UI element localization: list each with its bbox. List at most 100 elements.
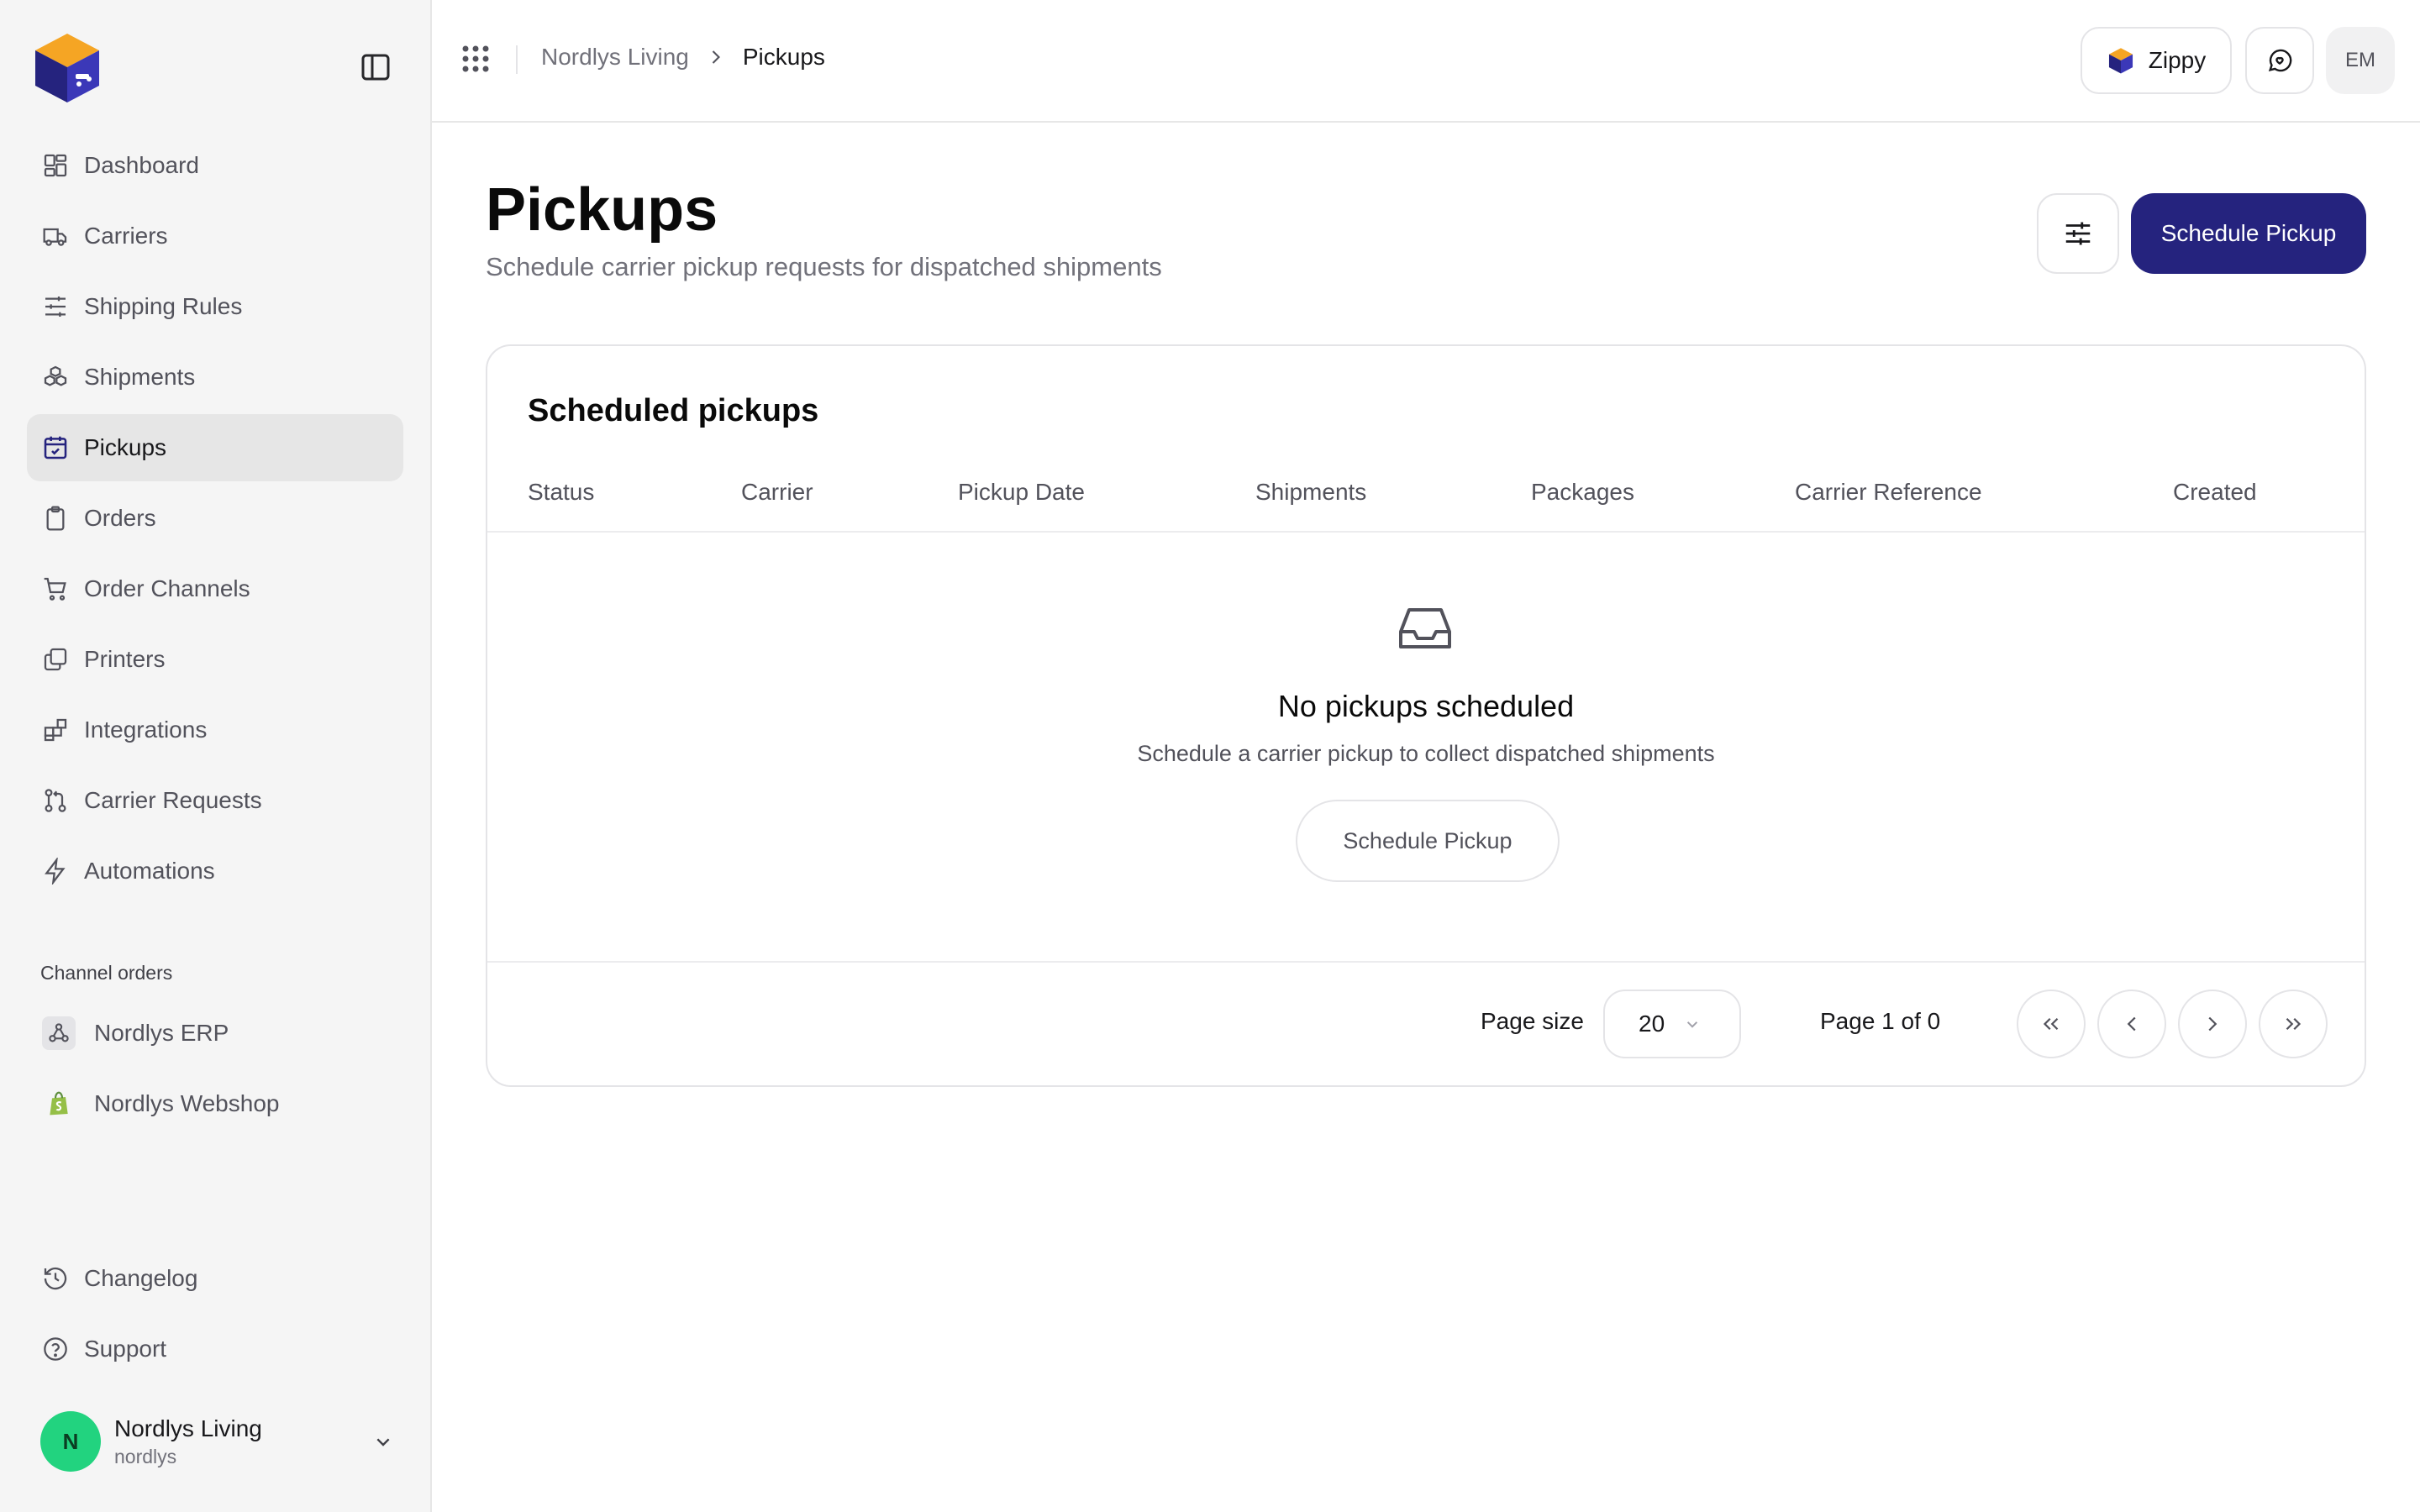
table-header: Status Carrier Pickup Date Shipments Pac… bbox=[487, 464, 2365, 533]
sidebar-item-shipments[interactable]: Shipments bbox=[27, 344, 403, 411]
user-menu-button[interactable]: EM bbox=[2326, 27, 2395, 94]
column-header-carrier[interactable]: Carrier bbox=[741, 479, 813, 506]
git-pull-request-icon bbox=[42, 787, 69, 814]
channel-item-label: Nordlys ERP bbox=[94, 1020, 229, 1046]
divider bbox=[516, 45, 518, 74]
channel-item-label: Nordlys Webshop bbox=[94, 1090, 280, 1116]
sidebar-bottom-nav: Changelog Support bbox=[27, 1245, 403, 1386]
last-page-button[interactable] bbox=[2259, 990, 2328, 1058]
webhook-icon bbox=[42, 1016, 76, 1050]
channel-item-nordlys-erp[interactable]: Nordlys ERP bbox=[27, 1000, 403, 1067]
zippy-label: Zippy bbox=[2148, 47, 2207, 73]
account-switcher[interactable]: N Nordlys Living nordlys bbox=[27, 1401, 403, 1482]
breadcrumb: Nordlys Living Pickups bbox=[541, 44, 825, 71]
card-title: Scheduled pickups bbox=[528, 393, 819, 428]
chevron-left-icon bbox=[2119, 1011, 2144, 1037]
column-header-carrier-reference[interactable]: Carrier Reference bbox=[1795, 479, 1982, 506]
sidebar-item-support[interactable]: Support bbox=[27, 1315, 403, 1383]
sidebar-item-label: Changelog bbox=[84, 1265, 198, 1291]
page-size-select[interactable]: 20 bbox=[1603, 990, 1741, 1058]
sidebar-item-dashboard[interactable]: Dashboard bbox=[27, 132, 403, 199]
sidebar-item-label: Integrations bbox=[84, 717, 208, 743]
schedule-pickup-button[interactable]: Schedule Pickup bbox=[2131, 193, 2366, 274]
app-grid-icon[interactable] bbox=[459, 42, 492, 76]
sidebar-nav: Dashboard Carriers Shipping Rules Shipme… bbox=[27, 132, 403, 908]
filter-button[interactable] bbox=[2037, 193, 2119, 274]
page-title: Pickups bbox=[486, 176, 718, 244]
breadcrumb-item[interactable]: Nordlys Living bbox=[541, 44, 689, 71]
chevron-down-icon bbox=[1681, 1013, 1703, 1035]
sidebar-item-label: Carriers bbox=[84, 223, 168, 249]
sidebar-item-label: Support bbox=[84, 1336, 167, 1362]
empty-state-title: No pickups scheduled bbox=[1277, 689, 1575, 723]
sidebar-item-automations[interactable]: Automations bbox=[27, 837, 403, 905]
shopify-icon bbox=[42, 1087, 76, 1121]
sidebar-item-label: Dashboard bbox=[84, 152, 199, 178]
scheduled-pickups-card: Scheduled pickups Status Carrier Pickup … bbox=[486, 344, 2366, 1087]
shopping-cart-icon bbox=[42, 575, 69, 602]
clipboard-icon bbox=[42, 505, 69, 532]
sidebar-item-order-channels[interactable]: Order Channels bbox=[27, 555, 403, 622]
sidebar-item-label: Shipments bbox=[84, 364, 196, 390]
sliders-icon bbox=[42, 293, 69, 320]
sidebar: Dashboard Carriers Shipping Rules Shipme… bbox=[0, 0, 432, 1512]
chevrons-right-icon bbox=[2281, 1011, 2306, 1037]
column-header-status[interactable]: Status bbox=[528, 479, 594, 506]
channel-orders-heading: Channel orders bbox=[40, 962, 173, 984]
sidebar-item-label: Printers bbox=[84, 646, 166, 672]
sidebar-item-shipping-rules[interactable]: Shipping Rules bbox=[27, 273, 403, 340]
column-header-shipments[interactable]: Shipments bbox=[1255, 479, 1366, 506]
sidebar-item-pickups[interactable]: Pickups bbox=[27, 414, 403, 481]
sidebar-item-carriers[interactable]: Carriers bbox=[27, 202, 403, 270]
calendar-check-icon bbox=[42, 434, 69, 461]
sidebar-item-label: Orders bbox=[84, 505, 156, 531]
truck-icon bbox=[42, 223, 69, 249]
boxes-icon bbox=[42, 364, 69, 391]
sliders-horizontal-icon bbox=[2062, 218, 2094, 249]
empty-state-schedule-pickup-button[interactable]: Schedule Pickup bbox=[1296, 800, 1560, 882]
app-logo[interactable] bbox=[29, 29, 106, 106]
help-circle-icon bbox=[42, 1336, 69, 1362]
sidebar-item-orders[interactable]: Orders bbox=[27, 485, 403, 552]
zippy-logo-icon bbox=[2107, 46, 2135, 75]
column-header-packages[interactable]: Packages bbox=[1531, 479, 1634, 506]
account-name: Nordlys Living bbox=[114, 1415, 262, 1441]
page-info: Page 1 of 0 bbox=[1820, 1008, 1941, 1034]
sidebar-item-label: Carrier Requests bbox=[84, 787, 262, 813]
page-size-label: Page size bbox=[1481, 1008, 1584, 1034]
sidebar-item-printers[interactable]: Printers bbox=[27, 626, 403, 693]
sidebar-item-label: Pickups bbox=[84, 434, 167, 460]
chevron-down-icon bbox=[370, 1428, 397, 1455]
copy-icon bbox=[42, 646, 69, 673]
sidebar-item-label: Shipping Rules bbox=[84, 293, 243, 319]
page-size-value: 20 bbox=[1639, 1011, 1665, 1037]
pagination: Page size 20 Page 1 of 0 bbox=[487, 961, 2365, 1085]
inbox-icon bbox=[1397, 603, 1453, 654]
sidebar-toggle-icon[interactable] bbox=[358, 52, 393, 82]
next-page-button[interactable] bbox=[2178, 990, 2247, 1058]
message-circle-icon bbox=[2265, 46, 2294, 75]
chevrons-left-icon bbox=[2039, 1011, 2064, 1037]
zap-icon bbox=[42, 858, 69, 885]
history-icon bbox=[42, 1265, 69, 1292]
sidebar-item-integrations[interactable]: Integrations bbox=[27, 696, 403, 764]
breadcrumb-current: Pickups bbox=[742, 44, 825, 70]
channel-item-nordlys-webshop[interactable]: Nordlys Webshop bbox=[27, 1070, 403, 1137]
page-subtitle: Schedule carrier pickup requests for dis… bbox=[486, 252, 1162, 281]
previous-page-button[interactable] bbox=[2097, 990, 2166, 1058]
sidebar-item-label: Automations bbox=[84, 858, 215, 884]
zippy-button[interactable]: Zippy bbox=[2081, 27, 2232, 94]
account-handle: nordlys bbox=[114, 1446, 177, 1467]
layout-dashboard-icon bbox=[42, 152, 69, 179]
sidebar-item-label: Order Channels bbox=[84, 575, 250, 601]
first-page-button[interactable] bbox=[2017, 990, 2086, 1058]
empty-state-description: Schedule a carrier pickup to collect dis… bbox=[1137, 741, 1715, 766]
column-header-created[interactable]: Created bbox=[2173, 479, 2257, 506]
chevron-right-icon bbox=[704, 45, 728, 69]
column-header-pickup-date[interactable]: Pickup Date bbox=[958, 479, 1085, 506]
chat-button[interactable] bbox=[2245, 27, 2314, 94]
avatar: N bbox=[40, 1411, 101, 1472]
sidebar-item-changelog[interactable]: Changelog bbox=[27, 1245, 403, 1312]
chevron-right-icon bbox=[2200, 1011, 2225, 1037]
sidebar-item-carrier-requests[interactable]: Carrier Requests bbox=[27, 767, 403, 834]
